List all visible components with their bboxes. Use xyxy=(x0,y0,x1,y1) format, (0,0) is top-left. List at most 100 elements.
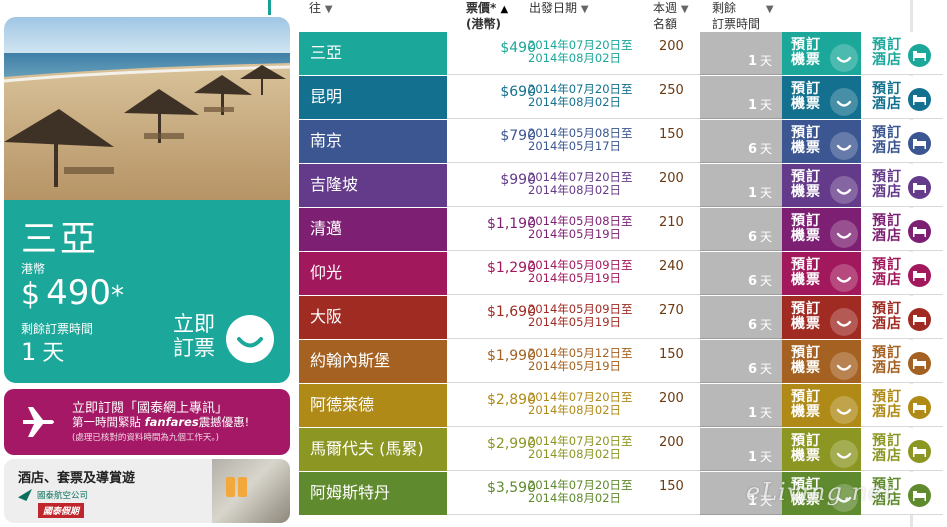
row-city[interactable]: 清邁 xyxy=(299,208,447,251)
sort-quota[interactable]: 本週 ▼ 名額 xyxy=(653,1,689,31)
row-fare-info: $1,690 2014年05月09日至 2014年05月19日 270 xyxy=(447,296,700,339)
sort-remaining[interactable]: 剩餘 ▼ 訂票時間 xyxy=(712,1,774,31)
row-city[interactable]: 吉隆坡 xyxy=(299,164,447,207)
book-hotel-label: 預訂 酒店 xyxy=(872,214,902,244)
sort-dates[interactable]: 出發日期 ▼ xyxy=(529,1,589,17)
row-city[interactable]: 大阪 xyxy=(299,296,447,339)
row-remaining: 1天 xyxy=(700,164,782,207)
row-city[interactable]: 阿德萊德 xyxy=(299,384,447,427)
row-remaining: 1天 xyxy=(700,32,782,75)
book-hotel-button[interactable]: 預訂 酒店 xyxy=(861,428,943,471)
row-dates: 2014年05月08日至 2014年05月19日 xyxy=(528,215,633,241)
sort-price[interactable]: 票價* ▲ (港幣) xyxy=(466,1,508,31)
book-flight-label: 預訂 機票 xyxy=(791,346,821,376)
book-hotel-label-2: 酒店 xyxy=(872,492,902,508)
featured-city: 三亞 xyxy=(21,219,100,260)
book-flight-button[interactable]: 預訂 機票 xyxy=(782,296,861,339)
fare-row: 馬爾代夫 (馬累) $2,990 2014年07月20日至 2014年08月02日 20… xyxy=(299,428,943,471)
book-flight-label: 預訂 機票 xyxy=(791,302,821,332)
row-city[interactable]: 仰光 xyxy=(299,252,447,295)
book-flight-button[interactable]: 預訂 機票 xyxy=(782,384,861,427)
row-date-to: 2014年08月02日 xyxy=(528,491,622,505)
book-flight-button[interactable]: 預訂 機票 xyxy=(782,120,861,163)
row-remaining: 1天 xyxy=(700,384,782,427)
row-quota: 150 xyxy=(659,127,684,142)
book-flight-label-1: 預訂 xyxy=(791,37,821,53)
book-flight-button[interactable]: 預訂 機票 xyxy=(782,340,861,383)
book-flight-button[interactable]: 預訂 機票 xyxy=(782,32,861,75)
book-flight-label-1: 預訂 xyxy=(791,125,821,141)
book-flight-button[interactable]: 預訂 機票 xyxy=(782,76,861,119)
book-hotel-button[interactable]: 預訂 酒店 xyxy=(861,164,943,207)
col-price-currency: (港幣) xyxy=(466,17,501,31)
book-flight-label-1: 預訂 xyxy=(791,301,821,317)
bed-icon xyxy=(908,396,931,419)
col-dates-label: 出發日期 xyxy=(529,1,578,15)
book-hotel-button[interactable]: 預訂 酒店 xyxy=(861,120,943,163)
featured-price: $ 490 * xyxy=(21,273,124,313)
col-remaining-label-2: 訂票時間 xyxy=(712,17,761,31)
book-hotel-label-1: 預訂 xyxy=(872,81,902,97)
book-hotel-button[interactable]: 預訂 酒店 xyxy=(861,472,943,515)
hotel-packages-title: 酒店、套票及導賞遊 xyxy=(18,471,136,486)
row-remaining-unit: 天 xyxy=(759,54,772,68)
sort-down-icon: ▼ xyxy=(580,4,589,15)
row-city[interactable]: 南京 xyxy=(299,120,447,163)
bed-icon xyxy=(908,220,931,243)
featured-smile-icon[interactable] xyxy=(226,315,274,363)
promo-subtitle: 第一時間緊貼 fanfares震撼優惠! xyxy=(72,414,249,430)
row-dates: 2014年05月09日至 2014年05月19日 xyxy=(528,259,633,285)
featured-book-button[interactable]: 立即 訂票 xyxy=(169,312,219,360)
row-fare-info: $990 2014年07月20日至 2014年08月02日 200 xyxy=(447,164,700,207)
row-city[interactable]: 昆明 xyxy=(299,76,447,119)
book-flight-label: 預訂 機票 xyxy=(791,390,821,420)
row-date-to: 2014年05月19日 xyxy=(528,315,622,329)
row-remaining-value: 1 xyxy=(747,186,757,201)
col-quota-label: 本週 xyxy=(653,1,678,15)
row-city[interactable]: 馬爾代夫 (馬累) xyxy=(299,428,447,471)
row-date-to: 2014年08月02日 xyxy=(528,447,622,461)
row-city[interactable]: 三亞 xyxy=(299,32,447,75)
featured-destination: 三亞 港幣 $ 490 * 剩餘訂票時間 1 天 立即 訂票 xyxy=(4,200,290,383)
row-date-to: 2014年08月02日 xyxy=(528,403,622,417)
promo-subtitle-pre: 第一時間緊貼 xyxy=(72,415,145,429)
sort-down-icon: ▼ xyxy=(324,4,333,15)
row-remaining-unit: 天 xyxy=(759,362,772,376)
book-hotel-button[interactable]: 預訂 酒店 xyxy=(861,296,943,339)
book-flight-label: 預訂 機票 xyxy=(791,170,821,200)
row-price: $1,190 xyxy=(487,216,536,232)
book-hotel-button[interactable]: 預訂 酒店 xyxy=(861,32,943,75)
row-remaining-unit: 天 xyxy=(759,274,772,288)
newsletter-promo[interactable]: 立即訂閱「國泰網上專訊」 第一時間緊貼 fanfares震撼優惠! (處理已核對… xyxy=(4,389,290,455)
row-city[interactable]: 約翰內斯堡 xyxy=(299,340,447,383)
row-dates: 2014年07月20日至 2014年08月02日 xyxy=(528,171,633,197)
row-price: $2,890 xyxy=(487,392,536,408)
book-hotel-label: 預訂 酒店 xyxy=(872,478,902,508)
row-city[interactable]: 阿姆斯特丹 xyxy=(299,472,447,515)
book-flight-label-2: 機票 xyxy=(791,228,821,244)
sort-destination[interactable]: 往 ▼ xyxy=(309,1,333,17)
book-flight-button[interactable]: 預訂 機票 xyxy=(782,164,861,207)
row-date-to: 2014年05月17日 xyxy=(528,139,622,153)
smile-icon xyxy=(830,352,858,380)
fare-row: 清邁 $1,190 2014年05月08日至 2014年05月19日 210 6 天預訂 機票… xyxy=(299,208,943,251)
book-flight-button[interactable]: 預訂 機票 xyxy=(782,428,861,471)
featured-remaining-unit: 天 xyxy=(42,341,65,366)
book-flight-button[interactable]: 預訂 機票 xyxy=(782,252,861,295)
book-flight-button[interactable]: 預訂 機票 xyxy=(782,208,861,251)
book-hotel-button[interactable]: 預訂 酒店 xyxy=(861,252,943,295)
row-quota: 150 xyxy=(659,479,684,494)
fare-row: 昆明 $690 2014年07月20日至 2014年08月02日 250 1 天預訂 機票 預訂… xyxy=(299,76,943,119)
book-hotel-button[interactable]: 預訂 酒店 xyxy=(861,76,943,119)
book-hotel-button[interactable]: 預訂 酒店 xyxy=(861,384,943,427)
book-hotel-button[interactable]: 預訂 酒店 xyxy=(861,208,943,251)
row-price: $790 xyxy=(500,128,536,144)
row-quota: 200 xyxy=(659,391,684,406)
book-flight-button[interactable]: 預訂 機票 xyxy=(782,472,861,515)
smile-icon xyxy=(830,264,858,292)
book-hotel-button[interactable]: 預訂 酒店 xyxy=(861,340,943,383)
row-dates: 2014年07月20日至 2014年08月02日 xyxy=(528,83,633,109)
hotel-packages-banner[interactable]: 酒店、套票及導賞遊 國泰航空公司 國泰假期 xyxy=(4,459,290,523)
smile-icon xyxy=(830,44,858,72)
sort-up-icon: ▲ xyxy=(500,4,509,15)
